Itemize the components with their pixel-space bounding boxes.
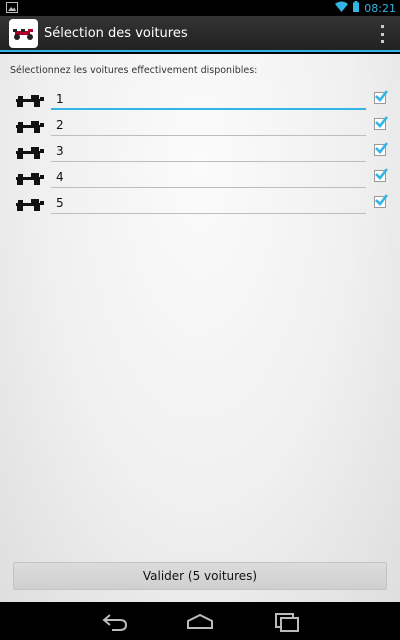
- car-name-field[interactable]: 5: [51, 192, 366, 214]
- car-icon: [14, 92, 46, 108]
- back-icon[interactable]: [100, 612, 130, 632]
- car-name-field[interactable]: 4: [51, 166, 366, 188]
- navigation-bar: [0, 602, 400, 640]
- car-icon: [14, 196, 46, 212]
- main-content: Sélectionnez les voitures effectivement …: [0, 54, 400, 602]
- list-item: 3: [0, 140, 400, 166]
- car-name-field[interactable]: 2: [51, 114, 366, 136]
- car-name-field[interactable]: 3: [51, 140, 366, 162]
- car-name-field[interactable]: 1: [51, 88, 366, 110]
- list-item: 2: [0, 114, 400, 140]
- car-icon: [14, 144, 46, 160]
- car-available-checkbox[interactable]: [374, 90, 389, 104]
- list-item: 4: [0, 166, 400, 192]
- recent-apps-icon[interactable]: [272, 612, 302, 632]
- wifi-icon: [335, 1, 349, 15]
- action-bar: Sélection des voitures: [0, 16, 400, 52]
- instruction-text: Sélectionnez les voitures effectivement …: [10, 65, 258, 76]
- list-item: 1: [0, 88, 400, 114]
- race-car-icon[interactable]: [9, 19, 38, 48]
- list-item: 5: [0, 192, 400, 218]
- status-bar: 08:21: [0, 0, 400, 16]
- car-available-checkbox[interactable]: [374, 116, 389, 130]
- car-available-checkbox[interactable]: [374, 168, 389, 182]
- home-icon[interactable]: [185, 612, 215, 632]
- page-title: Sélection des voitures: [44, 26, 188, 41]
- car-icon: [14, 170, 46, 186]
- car-icon: [14, 118, 46, 134]
- status-time: 08:21: [364, 1, 396, 15]
- overflow-menu-icon[interactable]: [378, 25, 386, 43]
- battery-icon: [353, 1, 360, 15]
- image-notification-icon: [6, 2, 18, 13]
- validate-button[interactable]: Valider (5 voitures): [13, 562, 387, 590]
- car-available-checkbox[interactable]: [374, 142, 389, 156]
- car-available-checkbox[interactable]: [374, 194, 389, 208]
